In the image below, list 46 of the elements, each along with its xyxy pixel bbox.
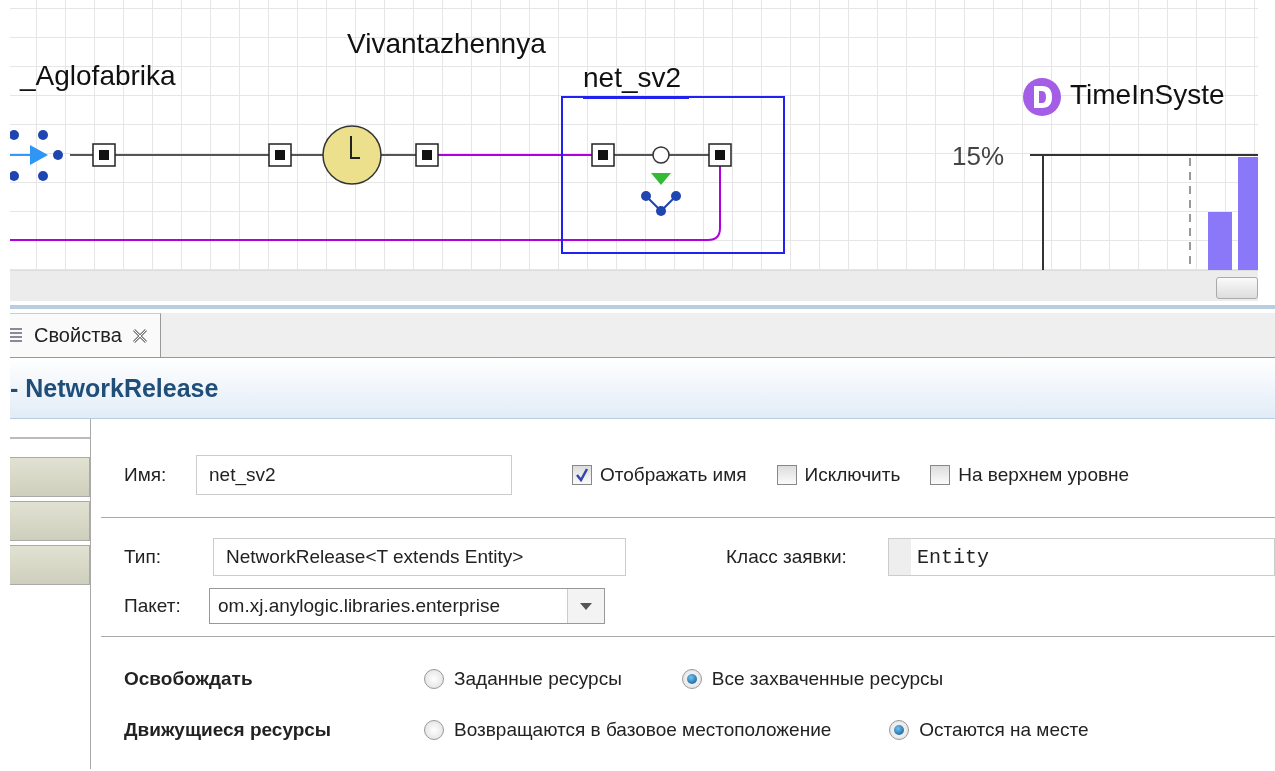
triangle-icon [651,173,671,185]
panel-title: - NetworkRelease [10,373,219,403]
group-label: Освобождать [124,667,254,690]
caret-icon [580,602,592,610]
field-label: Пакет: [124,595,182,617]
checkbox-label: Отображать имя [600,464,747,486]
field-label: Тип: [124,546,162,568]
package-dropdown[interactable]: om.xj.anylogic.libraries.enterprise [209,588,605,624]
close-icon[interactable] [131,327,148,344]
checkbox[interactable] [572,465,592,485]
axis-tick-label: 15% [952,143,1005,169]
source-icon[interactable] [10,130,63,181]
group-label: Движущиеся ресурсы [124,718,333,741]
radio-button[interactable] [889,719,910,740]
block-label: Vivantazhennya [347,30,546,58]
radio-label: Остаются на месте [919,718,1089,741]
port-icon [92,143,116,167]
fork-icon [641,191,681,216]
port-icon [268,143,292,167]
chart-title: TimeInSyste [1070,81,1225,109]
checkbox[interactable] [930,465,951,485]
checkbox-label: Исключить [804,464,901,486]
clock-icon[interactable] [322,125,382,185]
chart-icon[interactable] [1023,78,1061,116]
radio-label: Заданные ресурсы [454,667,622,690]
port-icon [415,143,439,167]
type-field: NetworkRelease<T extends Entity> [213,538,626,576]
radio-button[interactable] [424,719,444,740]
node-circle-icon [652,146,670,164]
port-icon [591,143,615,167]
radio-button[interactable] [424,668,444,689]
name-field[interactable]: net_sv2 [196,455,512,495]
port-icon [708,143,732,167]
scrollbar-thumb[interactable] [1216,277,1258,299]
field-label: Имя: [124,464,168,486]
agent-class-field[interactable]: Entity [888,538,1275,576]
list-icon [10,326,24,345]
radio-label: Возвращаются в базовое местоположение [454,718,832,741]
radio-button[interactable] [681,668,702,689]
radio-label: Все захваченные ресурсы [711,667,944,690]
properties-tab[interactable]: Свойства [10,313,161,357]
checkbox-label: На верхнем уровне [958,464,1130,486]
checkbox[interactable] [776,465,797,485]
field-label: Класс заявки: [726,546,848,568]
block-label: net_sv2 [583,64,690,99]
block-label: _Aglofabrika [20,62,176,90]
